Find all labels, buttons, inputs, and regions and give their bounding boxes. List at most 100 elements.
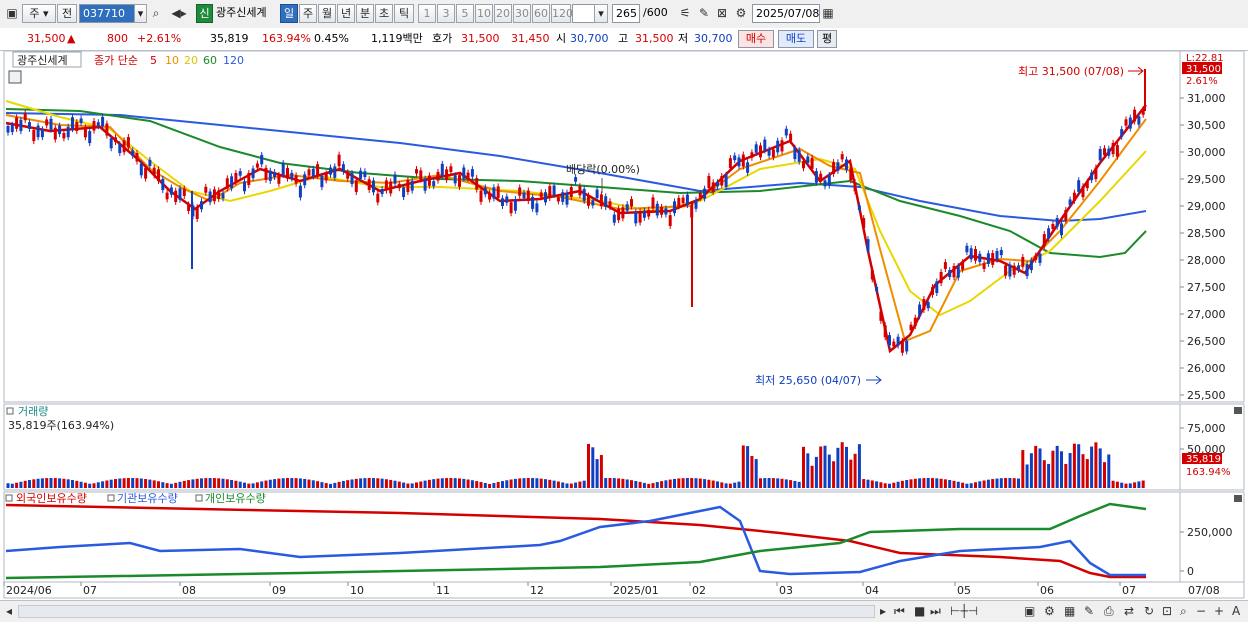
interval-button-20[interactable]: 20: [494, 4, 512, 23]
candle-body: [767, 149, 771, 156]
candle-body: [625, 204, 629, 211]
chart-type-icon[interactable]: ▣: [4, 4, 20, 23]
candle-body: [144, 167, 148, 179]
interval-button-1[interactable]: 1: [418, 4, 436, 23]
interval-dropdown-button[interactable]: ▾: [594, 4, 608, 23]
volume-bar: [905, 480, 909, 488]
stock-chart[interactable]: 31,000 30,500 30,000 29,500 29,000 28,500 28,0…: [0, 51, 1248, 599]
volume-bar: [440, 478, 444, 488]
date-input[interactable]: 2025/07/08: [752, 4, 820, 23]
candle-body: [195, 207, 199, 219]
period-tab-month[interactable]: 월: [318, 4, 336, 23]
print-icon[interactable]: ⎙: [1104, 602, 1114, 620]
candle-body: [1111, 142, 1115, 155]
jump-end-icon[interactable]: ⏭: [930, 602, 941, 620]
candle-body: [853, 182, 857, 192]
x-axis-label: 2025/01: [613, 584, 659, 597]
mode-select[interactable]: 주 ▾: [22, 4, 56, 23]
interval-button-10[interactable]: 10: [475, 4, 493, 23]
volume-bar: [591, 447, 595, 488]
zoom-slider-icon[interactable]: ⊢┼⊣: [950, 602, 978, 620]
calendar-icon[interactable]: ▦: [820, 4, 836, 23]
period-tab-day[interactable]: 일: [280, 4, 298, 23]
refresh-icon[interactable]: ↻: [1144, 602, 1154, 620]
candle-body: [784, 128, 788, 136]
zoom-in-icon[interactable]: +: [1214, 602, 1224, 620]
price-tick-label: 30,000: [1187, 146, 1226, 159]
grid-icon[interactable]: ▦: [1064, 602, 1075, 620]
candle-body: [152, 167, 156, 176]
volume-bar: [870, 480, 874, 488]
chart-scroll-bar[interactable]: ◂ ▸ ⏮ ■ ⏭ ⊢┼⊣ ▣ ⚙ ▦ ✎ ⎙ ⇄ ↻ ⊡ ⌕ − + A: [0, 600, 1248, 622]
candle-body: [393, 174, 397, 184]
candle-body: [832, 162, 836, 174]
scroll-left-icon[interactable]: ◂: [6, 602, 12, 620]
price-tick-label: 28,000: [1187, 254, 1226, 267]
candle-body: [92, 121, 96, 131]
period-tab-tick[interactable]: 틱: [394, 4, 414, 23]
volume-bar: [1042, 460, 1046, 488]
interval-button-30[interactable]: 30: [513, 4, 531, 23]
holdings-close-icon[interactable]: [1234, 495, 1242, 502]
candle-body: [750, 152, 754, 158]
volume-bar: [733, 482, 737, 488]
period-tab-year[interactable]: 년: [337, 4, 355, 23]
candle-body: [974, 249, 977, 261]
candle-body: [642, 210, 646, 218]
speaker-icon[interactable]: ◀▸: [166, 4, 192, 23]
search-icon[interactable]: ⌕: [148, 4, 164, 23]
period-tab-minute[interactable]: 분: [356, 4, 374, 23]
interval-button-60[interactable]: 60: [532, 4, 550, 23]
volume-bar: [642, 482, 646, 488]
stock-code-input[interactable]: 037710: [79, 4, 135, 23]
code-dropdown-button[interactable]: ▾: [134, 4, 147, 23]
share-icon[interactable]: ⇄: [1124, 602, 1134, 620]
volume-bar: [260, 481, 264, 488]
period-tab-week[interactable]: 주: [299, 4, 317, 23]
zoom-out-icon[interactable]: −: [1196, 602, 1206, 620]
volume-bar: [582, 480, 586, 488]
candle-body: [862, 218, 866, 229]
window-icon[interactable]: ⊡: [1162, 602, 1172, 620]
gear-icon[interactable]: ⚙: [733, 4, 749, 23]
scroll-track[interactable]: [18, 605, 875, 618]
scroll-right-icon[interactable]: ▸: [880, 602, 886, 620]
candle-body: [1060, 223, 1063, 236]
candle-body: [741, 154, 745, 167]
volume-bar: [513, 478, 517, 488]
draw-tool-icon[interactable]: ✎: [696, 4, 712, 23]
overlay-icon[interactable]: ⊠: [714, 4, 730, 23]
prev-button[interactable]: 전: [57, 4, 77, 23]
candle-body: [406, 179, 410, 192]
magnifier-icon[interactable]: ⌕: [1180, 602, 1187, 620]
photo-icon[interactable]: ▣: [1024, 602, 1035, 620]
jump-start-icon[interactable]: ⏮: [894, 602, 905, 620]
x-axis-label: 10: [350, 584, 364, 597]
stop-icon[interactable]: ■: [914, 602, 925, 620]
candle-body: [1077, 180, 1081, 192]
count-input[interactable]: 265: [612, 4, 640, 23]
drawing-icon[interactable]: ✎: [1084, 602, 1094, 620]
volume-bar: [505, 480, 509, 488]
candle-body: [470, 169, 474, 177]
candle-body: [544, 192, 547, 203]
buy-button[interactable]: 매수: [738, 30, 774, 48]
volume-bar: [62, 478, 66, 488]
font-size-icon[interactable]: A: [1232, 602, 1240, 620]
calculator-icon[interactable]: [8, 70, 22, 84]
candle-body: [806, 156, 810, 164]
settings-icon[interactable]: ⚙: [1044, 602, 1055, 620]
average-button[interactable]: 평: [817, 30, 837, 48]
volume-bar: [49, 478, 53, 488]
mode-label: 주: [29, 7, 40, 20]
interval-button-3[interactable]: 3: [437, 4, 455, 23]
sell-button[interactable]: 매도: [778, 30, 814, 48]
ma-legend-20: 20: [184, 54, 198, 67]
volume-bar: [1012, 478, 1016, 488]
interval-button-5[interactable]: 5: [456, 4, 474, 23]
chart-tools-icon[interactable]: ⚟: [676, 4, 694, 23]
interval-button-120[interactable]: 120: [551, 4, 573, 23]
volume-close-icon[interactable]: [1234, 407, 1242, 414]
candle-body: [264, 167, 268, 180]
period-tab-second[interactable]: 초: [375, 4, 393, 23]
